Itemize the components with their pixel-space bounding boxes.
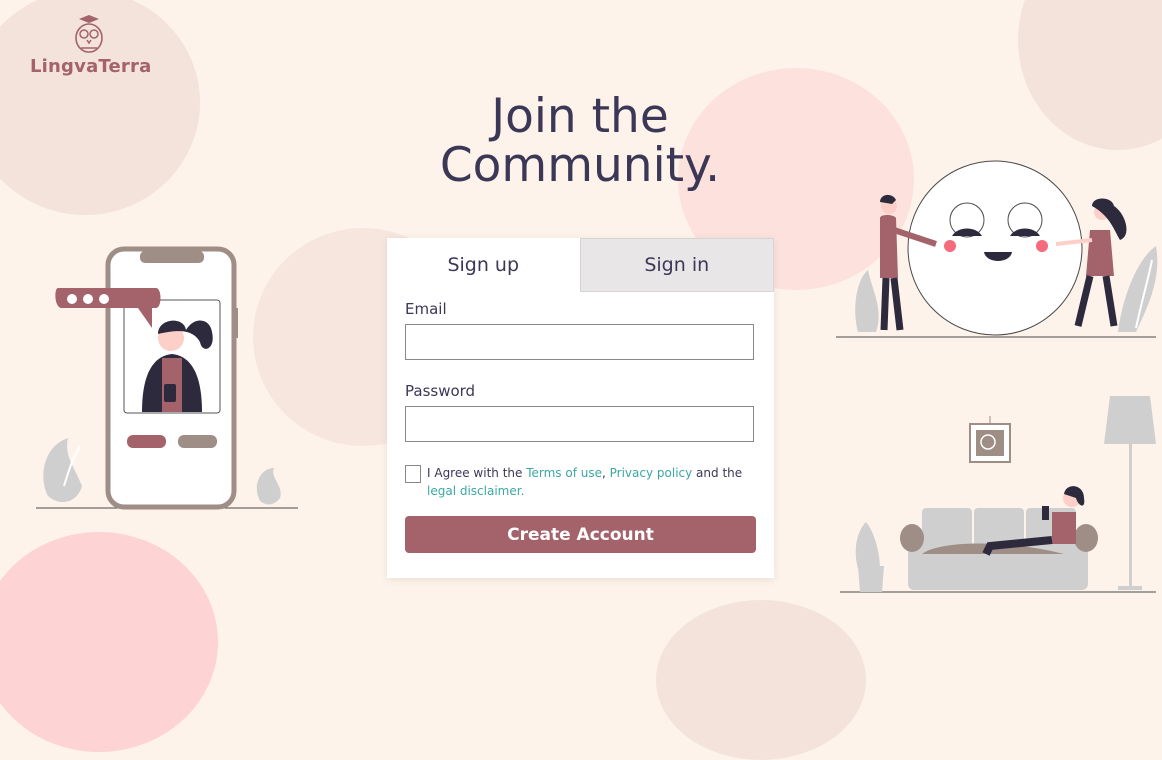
password-field[interactable] bbox=[405, 406, 754, 442]
email-field[interactable] bbox=[405, 324, 754, 360]
friends-moon-illustration bbox=[836, 160, 1158, 338]
agree-text: I Agree with the Terms of use, Privacy p… bbox=[427, 464, 742, 500]
brand-name: LingvaTerra bbox=[30, 56, 152, 77]
auth-tabs: Sign up Sign in bbox=[387, 238, 774, 292]
title-line: Community. bbox=[439, 138, 721, 193]
decor-blob bbox=[1018, 0, 1162, 150]
agree-comma: , bbox=[602, 466, 610, 480]
agree-checkbox[interactable] bbox=[405, 465, 421, 483]
couch-relax-illustration bbox=[840, 396, 1156, 593]
privacy-link[interactable]: Privacy policy bbox=[610, 466, 693, 480]
tab-sign-in[interactable]: Sign in bbox=[579, 238, 774, 292]
email-label: Email bbox=[405, 300, 447, 318]
agree-prefix: I Agree with the bbox=[427, 466, 527, 480]
page-title: Join the Community. bbox=[380, 92, 780, 190]
title-line: Join the bbox=[491, 89, 669, 144]
decor-blob bbox=[656, 600, 866, 760]
disclaimer-link[interactable]: legal disclaimer. bbox=[427, 484, 524, 498]
phone-chat-illustration bbox=[36, 246, 298, 510]
agree-and: and the bbox=[692, 466, 743, 480]
password-label: Password bbox=[405, 382, 476, 400]
tab-sign-up[interactable]: Sign up bbox=[387, 238, 580, 292]
brand-logo[interactable]: LingvaTerra bbox=[30, 14, 152, 77]
owl-logo-icon bbox=[75, 15, 103, 53]
agree-row: I Agree with the Terms of use, Privacy p… bbox=[405, 464, 757, 500]
decor-blob bbox=[0, 532, 218, 752]
auth-card: Sign up Sign in Email Password I Agree w… bbox=[387, 238, 774, 578]
create-account-button[interactable]: Create Account bbox=[405, 516, 756, 553]
terms-link[interactable]: Terms of use bbox=[526, 466, 602, 480]
